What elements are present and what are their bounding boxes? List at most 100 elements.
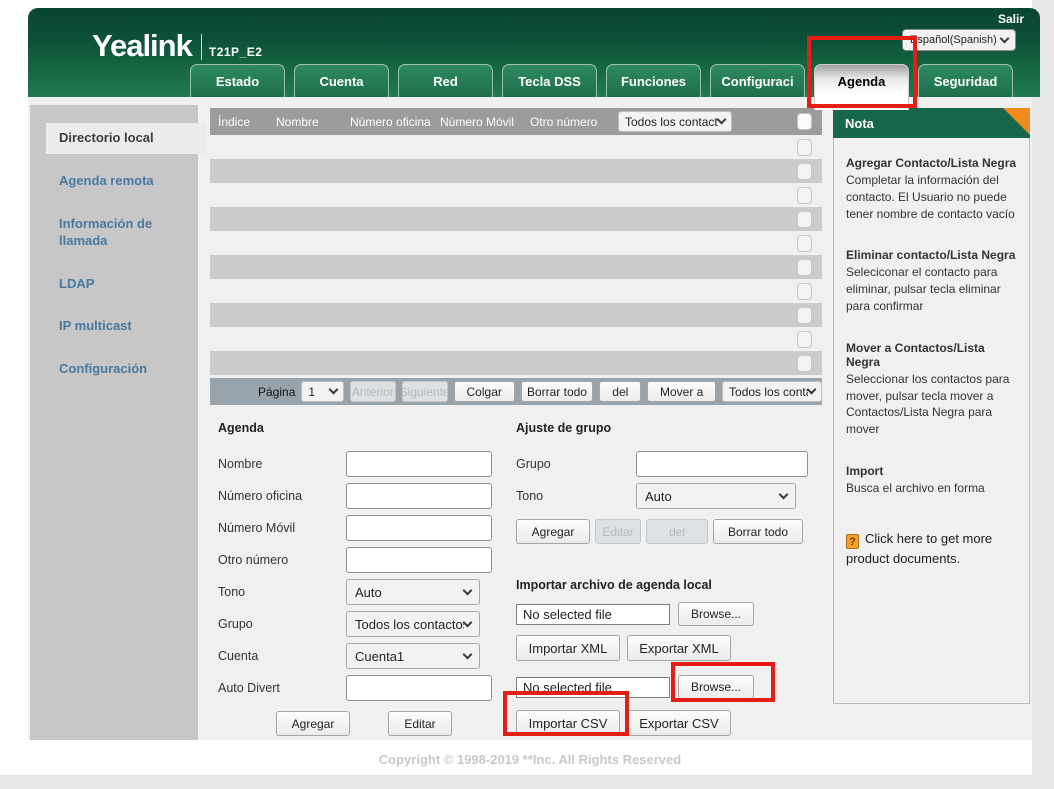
previous-page-button[interactable]: Anterior [350, 381, 396, 402]
app-header: Salir Yealink T21P_E2 Español(Spanish) E… [28, 8, 1040, 97]
xml-file-path-field[interactable]: No selected file [516, 604, 670, 625]
contact-edit-button[interactable]: Editar [388, 711, 452, 736]
row-checkbox[interactable] [797, 139, 812, 156]
tono-select[interactable]: Auto [346, 579, 480, 605]
logout-link[interactable]: Salir [998, 12, 1024, 26]
cuenta-select[interactable]: Cuenta1 [346, 643, 480, 669]
row-checkbox[interactable] [797, 187, 812, 204]
contact-add-button[interactable]: Agregar [276, 711, 350, 736]
field-row: Nombre [218, 451, 512, 477]
note-section-heading: Agregar Contacto/Lista Negra [846, 156, 1017, 170]
row-checkbox[interactable] [797, 307, 812, 324]
import-xml-button[interactable]: Importar XML [516, 635, 620, 661]
tab-funciones[interactable]: Funciones [606, 64, 701, 97]
sidebar: Directorio local Agenda remota Informaci… [30, 105, 198, 740]
row-checkbox[interactable] [797, 355, 812, 372]
tab-agenda[interactable]: Agenda [814, 64, 909, 110]
row-checkbox[interactable] [797, 331, 812, 348]
next-page-button[interactable]: Siguiente [402, 381, 448, 402]
import-csv-button[interactable]: Importar CSV [516, 710, 620, 736]
note-section-heading: Mover a Contactos/Lista Negra [846, 341, 1017, 369]
folded-corner-icon [1003, 108, 1030, 135]
group-add-button[interactable]: Agregar [516, 519, 590, 544]
grupo-value: Todos los contactos [355, 617, 464, 632]
table-row [210, 255, 822, 279]
group-filter-select[interactable]: Todos los contactos [618, 111, 732, 132]
xml-file-row: No selected file Browse... [516, 602, 814, 626]
sidebar-item-ip-multicast[interactable]: IP multicast [46, 311, 194, 342]
move-to-button[interactable]: Mover a [647, 381, 716, 402]
tono-label: Tono [218, 585, 346, 599]
row-checkbox[interactable] [797, 211, 812, 228]
table-row [210, 183, 822, 207]
numero-movil-input[interactable] [346, 515, 492, 541]
group-delete-all-button[interactable]: Borrar todo [713, 519, 803, 544]
delete-all-button[interactable]: Borrar todo [521, 381, 593, 402]
sidebar-item-directorio-local[interactable]: Directorio local [46, 123, 206, 154]
tab-cuenta[interactable]: Cuenta [294, 64, 389, 97]
hangup-button[interactable]: Colgar [454, 381, 515, 402]
move-target-value: Todos los contactos [729, 385, 808, 399]
numero-oficina-input[interactable] [346, 483, 492, 509]
auto-divert-input[interactable] [346, 675, 492, 701]
row-checkbox[interactable] [797, 259, 812, 276]
group-tono-value: Auto [645, 489, 780, 504]
table-row [210, 327, 822, 351]
csv-browse-button[interactable]: Browse... [678, 675, 754, 699]
product-documents-link[interactable]: ?Click here to get more product document… [846, 529, 1017, 569]
note-section: Eliminar contacto/Lista Negra Selecicona… [846, 248, 1017, 314]
row-checkbox[interactable] [797, 235, 812, 252]
sidebar-item-agenda-remota[interactable]: Agenda remota [46, 166, 194, 197]
otro-numero-label: Otro número [218, 553, 346, 567]
page-select[interactable]: 1 [301, 381, 343, 402]
sidebar-item-configuracion[interactable]: Configuración [46, 354, 194, 385]
otro-numero-input[interactable] [346, 547, 492, 573]
select-all-checkbox[interactable] [797, 113, 812, 130]
group-tono-select[interactable]: Auto [636, 483, 796, 509]
language-selector[interactable]: Español(Spanish) [902, 29, 1016, 51]
xml-buttons-row: Importar XML Exportar XML [516, 635, 814, 661]
field-row: Número oficina [218, 483, 512, 509]
chevron-down-icon [328, 385, 338, 395]
page-select-value: 1 [308, 385, 329, 399]
row-checkbox[interactable] [797, 283, 812, 300]
numero-movil-label: Número Móvil [218, 521, 346, 535]
note-title: Nota [845, 116, 874, 131]
xml-browse-button[interactable]: Browse... [678, 602, 754, 626]
grupo-select[interactable]: Todos los contactos [346, 611, 480, 637]
note-panel-header: Nota [833, 108, 1030, 138]
tab-configuracion[interactable]: Configuraci [710, 64, 805, 97]
chevron-down-icon [779, 489, 789, 499]
group-name-input[interactable] [636, 451, 808, 477]
sidebar-item-informacion-de-llamada[interactable]: Información de llamada [46, 209, 194, 257]
chevron-down-icon [807, 385, 817, 395]
field-row: Cuenta Cuenta1 [218, 643, 512, 669]
group-edit-button[interactable]: Editar [595, 519, 641, 544]
language-value: Español(Spanish) [910, 34, 1001, 46]
chevron-down-icon [463, 585, 473, 595]
tab-estado[interactable]: Estado [190, 64, 285, 97]
help-link-text: Click here to get more product documents… [846, 531, 992, 566]
tab-tecla-dss[interactable]: Tecla DSS [502, 64, 597, 97]
group-delete-button[interactable]: del [646, 519, 708, 544]
sidebar-item-ldap[interactable]: LDAP [46, 269, 194, 300]
tab-red[interactable]: Red [398, 64, 493, 97]
table-row [210, 159, 822, 183]
main-panel: Índice Nombre Número oficina Número Móvi… [210, 108, 822, 736]
field-row: Grupo [516, 451, 814, 477]
device-model: T21P_E2 [209, 45, 263, 60]
tab-seguridad[interactable]: Seguridad [918, 64, 1013, 97]
group-form-title: Ajuste de grupo [516, 421, 814, 435]
column-header-numero-movil: Número Móvil [440, 115, 530, 129]
export-csv-button[interactable]: Exportar CSV [627, 710, 731, 736]
row-checkbox[interactable] [797, 163, 812, 180]
nombre-input[interactable] [346, 451, 492, 477]
export-xml-button[interactable]: Exportar XML [627, 635, 731, 661]
nombre-label: Nombre [218, 457, 346, 471]
csv-file-path-field[interactable]: No selected file [516, 677, 670, 698]
move-target-select[interactable]: Todos los contactos [722, 381, 822, 402]
field-row: Tono Auto [218, 579, 512, 605]
column-header-indice: Índice [218, 115, 276, 129]
table-row [210, 207, 822, 231]
delete-button[interactable]: del [599, 381, 641, 402]
